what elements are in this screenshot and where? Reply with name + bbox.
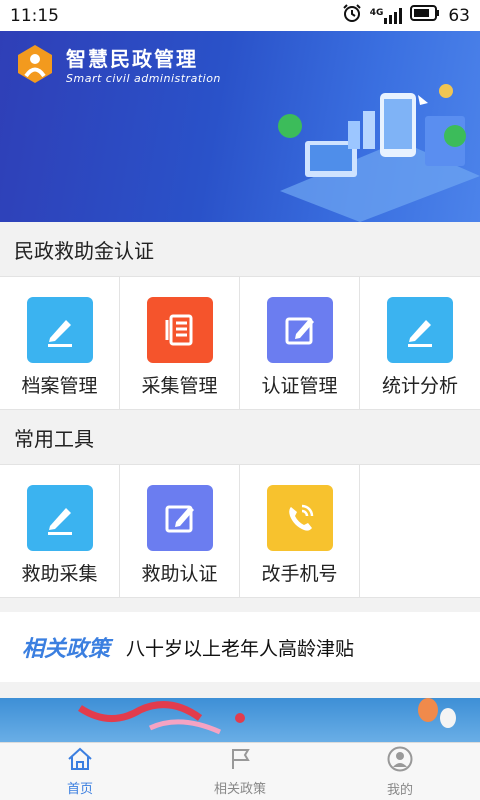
relief-grid: 档案管理 采集管理 认证管理 统计分析 bbox=[0, 276, 480, 410]
tab-label: 相关政策 bbox=[213, 781, 266, 797]
grid-empty-cell bbox=[360, 465, 480, 597]
edit-square-icon bbox=[146, 485, 213, 551]
alarm-icon bbox=[342, 3, 362, 28]
battery-level: 63 bbox=[448, 5, 470, 26]
battery-icon bbox=[410, 5, 440, 26]
grid-item-label: 采集管理 bbox=[141, 375, 218, 397]
brand-title: 智慧民政管理 bbox=[66, 47, 198, 71]
policy-tag: 相关政策 bbox=[22, 637, 111, 662]
grid-item-statistics[interactable]: 统计分析 bbox=[360, 277, 480, 409]
bottom-tab-bar: 首页 相关政策 我的 bbox=[0, 742, 480, 800]
pencil-icon bbox=[26, 485, 93, 551]
grid-item-label: 救助认证 bbox=[141, 563, 218, 585]
tab-home[interactable]: 首页 bbox=[0, 743, 160, 800]
promo-banner[interactable] bbox=[0, 698, 480, 742]
phone-icon bbox=[266, 485, 333, 551]
tab-policy[interactable]: 相关政策 bbox=[160, 743, 320, 800]
grid-item-relief-certification[interactable]: 救助认证 bbox=[120, 465, 240, 597]
grid-item-relief-collection[interactable]: 救助采集 bbox=[0, 465, 120, 597]
flag-icon bbox=[228, 747, 252, 775]
document-icon bbox=[146, 297, 213, 363]
grid-item-label: 统计分析 bbox=[381, 375, 458, 397]
section-title-relief: 民政救助金认证 bbox=[0, 222, 480, 276]
pencil-icon bbox=[26, 297, 93, 363]
tab-profile[interactable]: 我的 bbox=[320, 743, 480, 800]
network-type: 4G bbox=[369, 7, 384, 18]
grid-item-collection-management[interactable]: 采集管理 bbox=[120, 277, 240, 409]
grid-item-label: 改手机号 bbox=[261, 563, 338, 585]
grid-item-archive-management[interactable]: 档案管理 bbox=[0, 277, 120, 409]
status-bar: 11:15 4G 63 bbox=[0, 0, 480, 31]
grid-item-label: 档案管理 bbox=[21, 375, 98, 397]
grid-item-label: 救助采集 bbox=[21, 563, 98, 585]
grid-item-change-phone[interactable]: 改手机号 bbox=[240, 465, 360, 597]
header-banner: 智慧民政管理 Smart civil administration bbox=[0, 31, 480, 222]
policy-news-bar[interactable]: 相关政策 八十岁以上老年人高龄津贴 bbox=[0, 612, 480, 682]
policy-headline[interactable]: 八十岁以上老年人高龄津贴 bbox=[126, 634, 354, 661]
banner-illustration bbox=[250, 81, 480, 222]
home-icon bbox=[67, 747, 93, 775]
edit-square-icon bbox=[266, 297, 333, 363]
user-icon bbox=[387, 746, 413, 776]
grid-item-label: 认证管理 bbox=[261, 375, 338, 397]
tab-label: 首页 bbox=[66, 781, 93, 797]
tab-label: 我的 bbox=[386, 782, 413, 798]
tools-grid: 救助采集 救助认证 改手机号 bbox=[0, 464, 480, 598]
grid-item-certification-management[interactable]: 认证管理 bbox=[240, 277, 360, 409]
status-time: 11:15 bbox=[10, 5, 59, 26]
signal-icon: 4G bbox=[369, 7, 403, 24]
pencil-icon bbox=[387, 297, 453, 363]
status-indicators: 4G 63 bbox=[342, 3, 470, 28]
section-title-tools: 常用工具 bbox=[0, 410, 480, 464]
brand-subtitle: Smart civil administration bbox=[66, 72, 221, 85]
app-logo-icon bbox=[14, 43, 56, 85]
